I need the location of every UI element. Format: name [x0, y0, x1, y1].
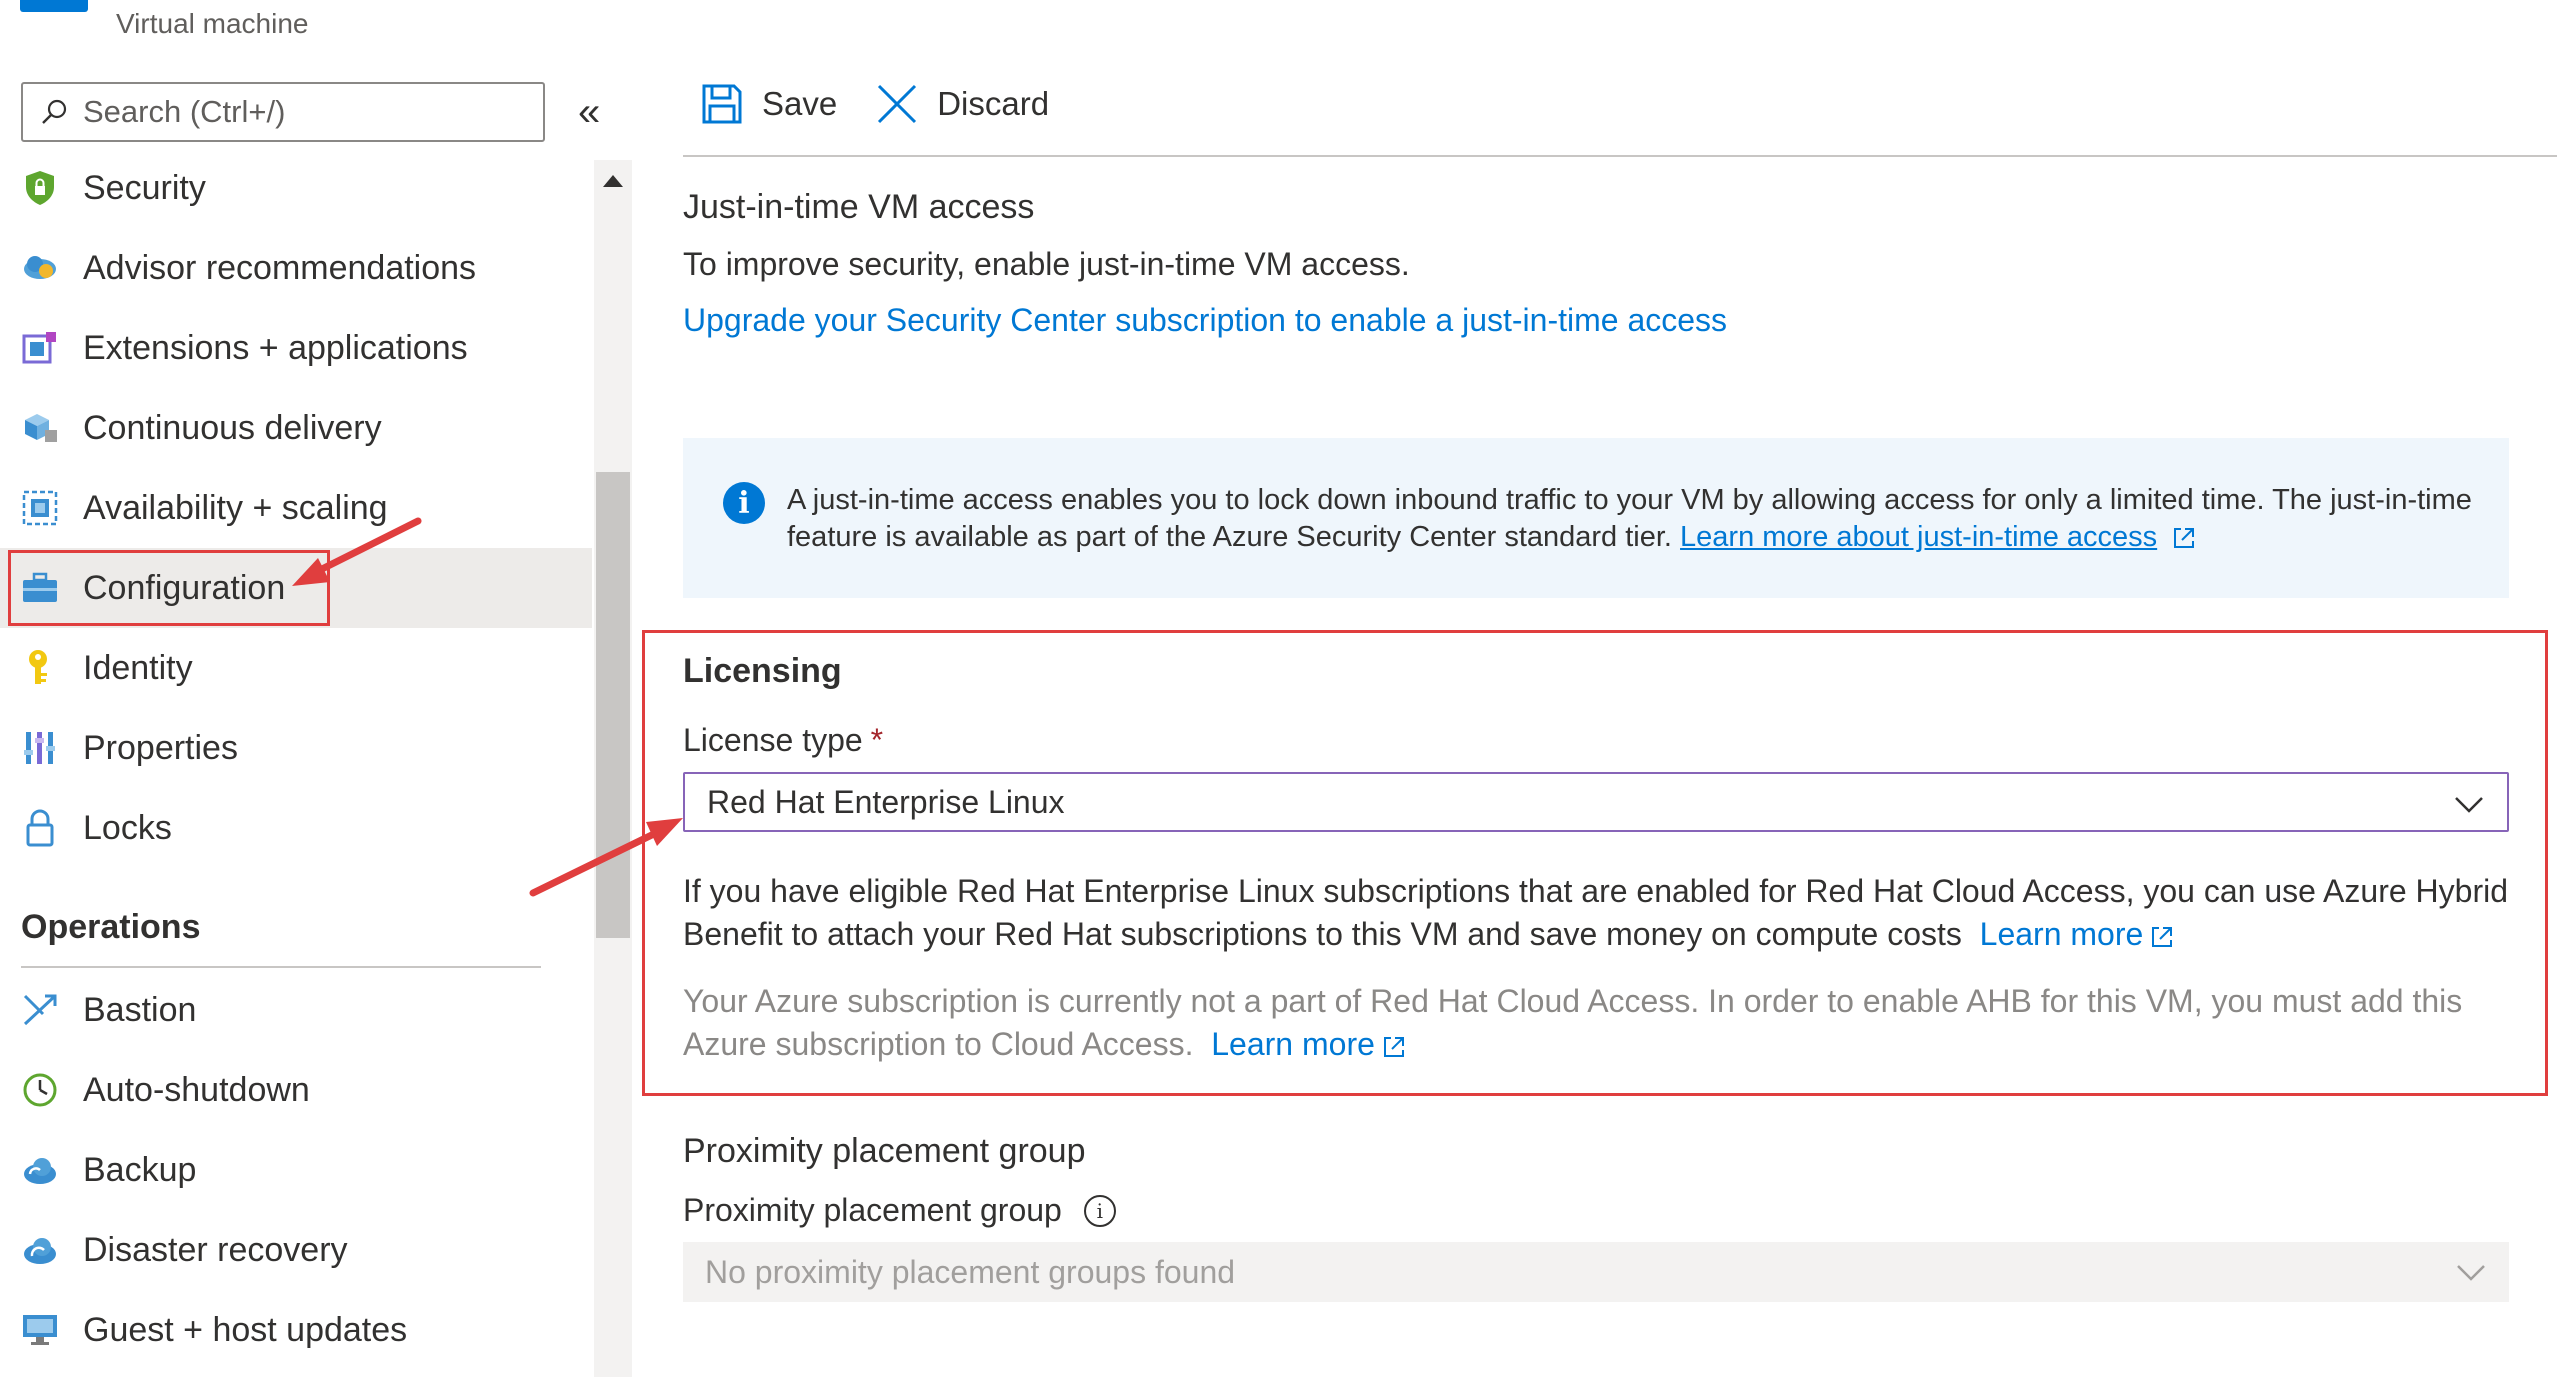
license-type-dropdown[interactable]: Red Hat Enterprise Linux — [683, 772, 2509, 832]
license-type-label: License type * — [683, 722, 884, 758]
info-tooltip-icon[interactable]: i — [1083, 1194, 1116, 1227]
properties-bars-icon — [20, 728, 60, 768]
external-link-icon — [2174, 528, 2195, 549]
info-icon: i — [723, 482, 765, 524]
sidebar-item-auto-shutdown[interactable]: Auto-shutdown — [0, 1050, 592, 1130]
external-link-icon — [2152, 926, 2173, 947]
sidebar-item-availability-scaling[interactable]: Availability + scaling — [0, 468, 592, 548]
shield-icon — [20, 168, 60, 208]
learn-more-jit-link[interactable]: Learn more about just-in-time access — [1680, 521, 2157, 553]
license-type-value: Red Hat Enterprise Linux — [707, 783, 1065, 820]
ppg-dropdown: No proximity placement groups found — [683, 1242, 2509, 1302]
license-learn-more-link[interactable]: Learn more — [1980, 916, 2144, 952]
toolbar-divider — [683, 155, 2557, 157]
licensing-section-title: Licensing — [683, 652, 842, 690]
chevron-down-icon — [2455, 797, 2483, 813]
cloud-access-learn-more-link[interactable]: Learn more — [1211, 1026, 1375, 1062]
cloud-recovery-icon — [20, 1230, 60, 1270]
search-input[interactable]: Search (Ctrl+/) — [21, 82, 545, 142]
operations-section-header: Operations — [21, 908, 201, 946]
save-icon — [702, 84, 742, 124]
cube-delivery-icon — [20, 408, 60, 448]
discard-button[interactable]: Discard — [875, 82, 1049, 126]
sidebar-item-properties[interactable]: Properties — [0, 708, 592, 788]
ppg-field-label: Proximity placement group i — [683, 1192, 1116, 1229]
section-divider — [21, 966, 541, 968]
sidebar-item-guest-host-updates[interactable]: Guest + host updates — [0, 1290, 592, 1370]
vm-logo-icon — [20, 0, 88, 12]
required-marker: * — [870, 722, 884, 758]
scrollbar-thumb[interactable] — [596, 472, 630, 938]
search-icon — [42, 99, 67, 124]
external-link-icon — [1383, 1036, 1404, 1057]
upgrade-security-center-link[interactable]: Upgrade your Security Center subscriptio… — [683, 302, 1727, 339]
scroll-up-arrow-icon[interactable] — [603, 175, 623, 187]
cloud-advisor-icon — [20, 248, 60, 288]
license-description: If you have eligible Red Hat Enterprise … — [683, 873, 2508, 952]
key-icon — [20, 648, 60, 688]
sidebar-item-backup[interactable]: Backup — [0, 1130, 592, 1210]
close-icon — [878, 84, 917, 124]
collapse-sidebar-button[interactable]: « — [578, 92, 600, 132]
lock-icon — [20, 808, 60, 848]
command-toolbar: Save Discard — [700, 82, 1087, 126]
sidebar-item-security[interactable]: Security — [0, 148, 592, 228]
monitor-update-icon — [20, 1310, 60, 1350]
cloud-backup-icon — [20, 1150, 60, 1190]
ppg-section-title: Proximity placement group — [683, 1132, 1086, 1170]
search-placeholder: Search (Ctrl+/) — [83, 94, 286, 129]
bastion-icon — [20, 990, 60, 1030]
sidebar-item-advisor[interactable]: Advisor recommendations — [0, 228, 592, 308]
license-subscription-note: Your Azure subscription is currently not… — [683, 983, 2463, 1062]
sidebar-item-bastion[interactable]: Bastion — [0, 970, 592, 1050]
sidebar-item-extensions[interactable]: Extensions + applications — [0, 308, 592, 388]
chevron-down-icon — [2457, 1265, 2485, 1281]
sidebar-item-identity[interactable]: Identity — [0, 628, 592, 708]
sidebar-item-continuous-delivery[interactable]: Continuous delivery — [0, 388, 592, 468]
jit-section-title: Just-in-time VM access — [683, 188, 1035, 226]
jit-info-banner: i A just-in-time access enables you to l… — [683, 438, 2509, 598]
configuration-highlight-box — [8, 550, 330, 626]
clock-icon — [20, 1070, 60, 1110]
save-button[interactable]: Save — [700, 82, 837, 126]
resource-type-subtitle: Virtual machine — [116, 8, 309, 39]
ppg-placeholder: No proximity placement groups found — [705, 1253, 1236, 1290]
jit-description: To improve security, enable just-in-time… — [683, 246, 1410, 282]
info-banner-text: A just-in-time access enables you to loc… — [787, 484, 2472, 553]
extensions-icon — [20, 328, 60, 368]
sidebar-item-disaster-recovery[interactable]: Disaster recovery — [0, 1210, 592, 1290]
scaling-icon — [20, 488, 60, 528]
sidebar-item-locks[interactable]: Locks — [0, 788, 592, 868]
